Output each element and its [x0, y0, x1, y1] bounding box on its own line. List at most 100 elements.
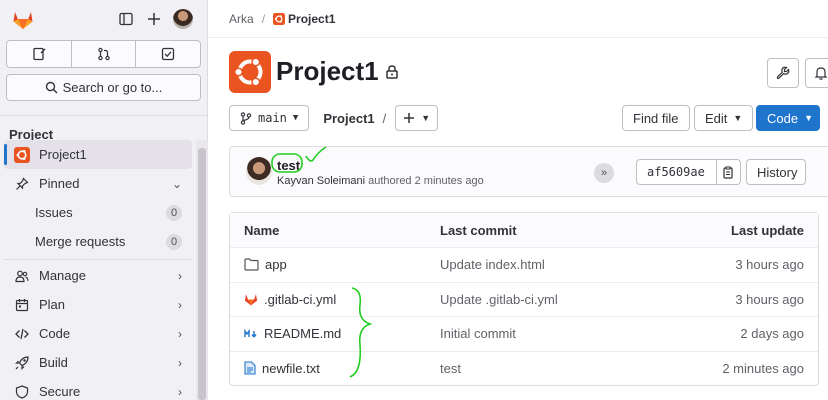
search-button[interactable]: Search or go to... [6, 74, 201, 101]
sidebar-item-manage[interactable]: Manage › [4, 261, 192, 290]
branch-label: main [258, 111, 287, 125]
gitlab-file-icon [244, 294, 258, 306]
sidebar-item-label: Project1 [39, 147, 87, 162]
shield-icon [14, 384, 30, 400]
breadcrumb: Arka / Project1 [209, 0, 828, 38]
branch-icon [240, 111, 252, 125]
sidebar-shortcuts [6, 40, 202, 68]
sidebar-item-plan[interactable]: Plan › [4, 290, 192, 319]
sidebar-item-label: Build [39, 355, 68, 370]
table-header: Name Last commit Last update [230, 213, 818, 247]
last-commit-panel: test Kayvan Soleimani authored 2 minutes… [229, 146, 828, 197]
folder-icon [244, 258, 259, 271]
branch-selector[interactable]: main ▼ [229, 105, 310, 131]
file-name-cell[interactable]: newfile.txt [230, 361, 426, 376]
edit-dropdown-button[interactable]: Edit ▼ [694, 105, 754, 131]
breadcrumb-project-label: Project1 [288, 11, 336, 26]
commit-author-link[interactable]: Kayvan Soleimani [277, 175, 365, 187]
copy-sha-button[interactable] [715, 159, 740, 185]
pin-icon [14, 176, 30, 192]
updated-time: 3 hours ago [735, 291, 804, 307]
file-name[interactable]: README.md [264, 326, 341, 341]
repo-path-link[interactable]: Project1 [323, 111, 374, 126]
count-badge: 0 [166, 233, 182, 250]
file-name-cell[interactable]: app [230, 257, 426, 272]
chevron-right-icon: › [178, 326, 182, 341]
chevron-right-icon: › [178, 297, 182, 312]
admin-settings-button[interactable] [767, 58, 799, 88]
last-update-column-header: Last update [731, 222, 804, 238]
plus-icon [404, 113, 415, 123]
sidebar-item-label: Issues [35, 205, 73, 220]
gitlab-logo-icon[interactable] [11, 7, 35, 31]
updated-time: 3 hours ago [735, 257, 804, 273]
project-avatar-icon [14, 146, 30, 163]
sidebar-nav: Project1 Pinned ⌄ Issues 0 Merge request… [0, 140, 196, 400]
sidebar-item-build[interactable]: Build › [4, 348, 192, 377]
toggle-description-button[interactable]: » [594, 163, 614, 183]
repo-toolbar: main ▼ Project1 / ▼ Find file Edit ▼ Cod… [229, 105, 828, 131]
breadcrumb-project-link[interactable]: Project1 [273, 12, 335, 26]
merge-requests-shortcut-icon[interactable] [71, 40, 137, 68]
chevron-right-icon: › [178, 355, 182, 370]
sidebar-item-project1[interactable]: Project1 [4, 140, 192, 169]
breadcrumb-separator: / [261, 11, 266, 26]
commit-sha: af5609ae [636, 159, 741, 185]
sidebar-item-merge-requests[interactable]: Merge requests 0 [4, 227, 192, 256]
search-label: Search or go to... [62, 80, 163, 95]
sidebar-item-label: Merge requests [35, 234, 126, 249]
commit-title-link[interactable]: test [277, 158, 300, 173]
sidebar-item-label: Secure [39, 384, 81, 399]
history-button[interactable]: History [746, 159, 806, 185]
issues-shortcut-icon[interactable] [6, 40, 72, 68]
file-name[interactable]: app [265, 257, 287, 272]
sidebar-scrollbar[interactable] [196, 140, 208, 400]
sidebar-item-pinned[interactable]: Pinned ⌄ [4, 169, 192, 198]
commit-message-link[interactable]: test [426, 361, 668, 376]
add-to-tree-button[interactable]: ▼ [395, 105, 439, 131]
commit-author-avatar[interactable] [246, 157, 272, 185]
file-name-cell[interactable]: README.md [230, 326, 426, 341]
sidebar-item-issues[interactable]: Issues 0 [4, 198, 192, 227]
sidebar-item-secure[interactable]: Secure › [4, 377, 192, 400]
notifications-button[interactable] [805, 58, 828, 88]
sidebar-item-label: Pinned [39, 176, 80, 191]
commit-message-link[interactable]: Initial commit [426, 326, 668, 341]
sidebar: Search or go to... Project Project1 Pinn… [0, 0, 208, 400]
sidebar-toggle-icon[interactable] [115, 8, 137, 30]
search-icon [45, 81, 58, 94]
commit-message-link[interactable]: Update .gitlab-ci.yml [426, 292, 668, 307]
path-separator: / [382, 110, 387, 126]
file-name[interactable]: .gitlab-ci.yml [264, 292, 336, 307]
commit-time: authored 2 minutes ago [368, 175, 484, 187]
calendar-icon [14, 297, 30, 313]
name-column-header: Name [244, 222, 280, 238]
file-name[interactable]: newfile.txt [262, 361, 320, 376]
chevron-down-icon: ⌄ [171, 176, 182, 191]
code-dropdown-button[interactable]: Code ▼ [756, 105, 820, 131]
page-title: Project1 [276, 56, 379, 86]
sidebar-item-label: Manage [39, 268, 86, 283]
lock-icon [385, 64, 398, 79]
sidebar-item-code[interactable]: Code › [4, 319, 192, 348]
sidebar-top-bar [0, 0, 207, 38]
bell-icon [814, 67, 827, 80]
count-badge: 0 [166, 204, 182, 221]
users-icon [14, 268, 30, 284]
todo-shortcut-icon[interactable] [136, 40, 202, 68]
rocket-icon [14, 355, 30, 371]
chevron-right-icon: › [178, 268, 182, 283]
commit-message-link[interactable]: Update index.html [426, 257, 668, 272]
commit-meta: Kayvan Soleimani authored 2 minutes ago [277, 175, 484, 187]
copy-icon [723, 166, 733, 179]
breadcrumb-group-link[interactable]: Arka [229, 12, 254, 26]
sidebar-item-label: Code [39, 326, 71, 341]
file-name-cell[interactable]: .gitlab-ci.yml [230, 292, 426, 307]
wrench-icon [776, 66, 790, 80]
find-file-button[interactable]: Find file [622, 105, 690, 131]
code-label: Code [767, 110, 799, 126]
user-avatar[interactable] [173, 9, 193, 29]
scrollbar-thumb[interactable] [198, 148, 206, 400]
commit-sha-label[interactable]: af5609ae [637, 165, 716, 179]
plus-icon[interactable] [143, 8, 165, 30]
